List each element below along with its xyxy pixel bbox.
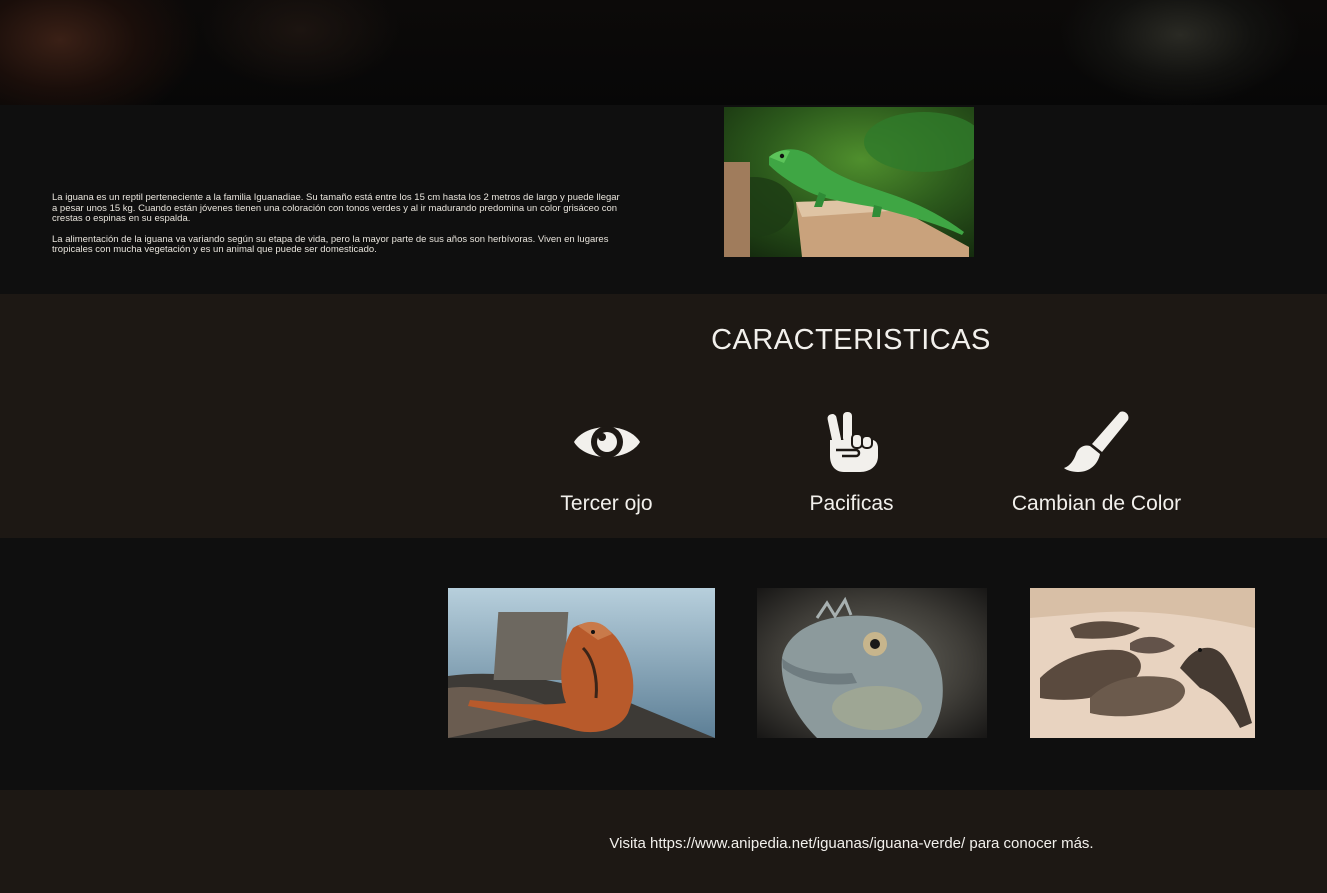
intro-section: La iguana es un reptil perteneciente a l… (0, 105, 1327, 294)
footer: Visita https://www.anipedia.net/iguanas/… (0, 790, 1327, 893)
feature-peaceful: Pacificas (729, 410, 974, 516)
intro-paragraph-1: La iguana es un reptil perteneciente a l… (52, 192, 620, 224)
green-lizard-photo (724, 107, 974, 257)
feature-color-change: Cambian de Color (974, 410, 1219, 516)
paintbrush-icon (1063, 411, 1128, 472)
features-title: CARACTERISTICAS (711, 324, 991, 356)
page: La iguana es un reptil perteneciente a l… (0, 0, 1327, 893)
orange-iguana-photo (448, 588, 715, 738)
feature-third-eye: Tercer ojo (484, 410, 729, 516)
gallery-section (0, 538, 1327, 790)
intro-text: La iguana es un reptil perteneciente a l… (52, 192, 622, 266)
features-section: CARACTERISTICAS Tercer ojo Pacificas Cam… (0, 294, 1327, 538)
feature-label-peaceful: Pacificas (809, 492, 894, 515)
iguana-head-photo (757, 588, 987, 738)
iguana-group-beach-photo (1030, 588, 1255, 738)
hero-banner-image (0, 0, 1327, 105)
peace-hand-icon (827, 412, 878, 472)
eye-icon (573, 426, 640, 458)
feature-label-third-eye: Tercer ojo (560, 492, 653, 515)
feature-label-color-change: Cambian de Color (1011, 492, 1182, 515)
intro-paragraph-2: La alimentación de la iguana va variando… (52, 233, 609, 255)
footer-text: Visita https://www.anipedia.net/iguanas/… (609, 835, 1094, 852)
